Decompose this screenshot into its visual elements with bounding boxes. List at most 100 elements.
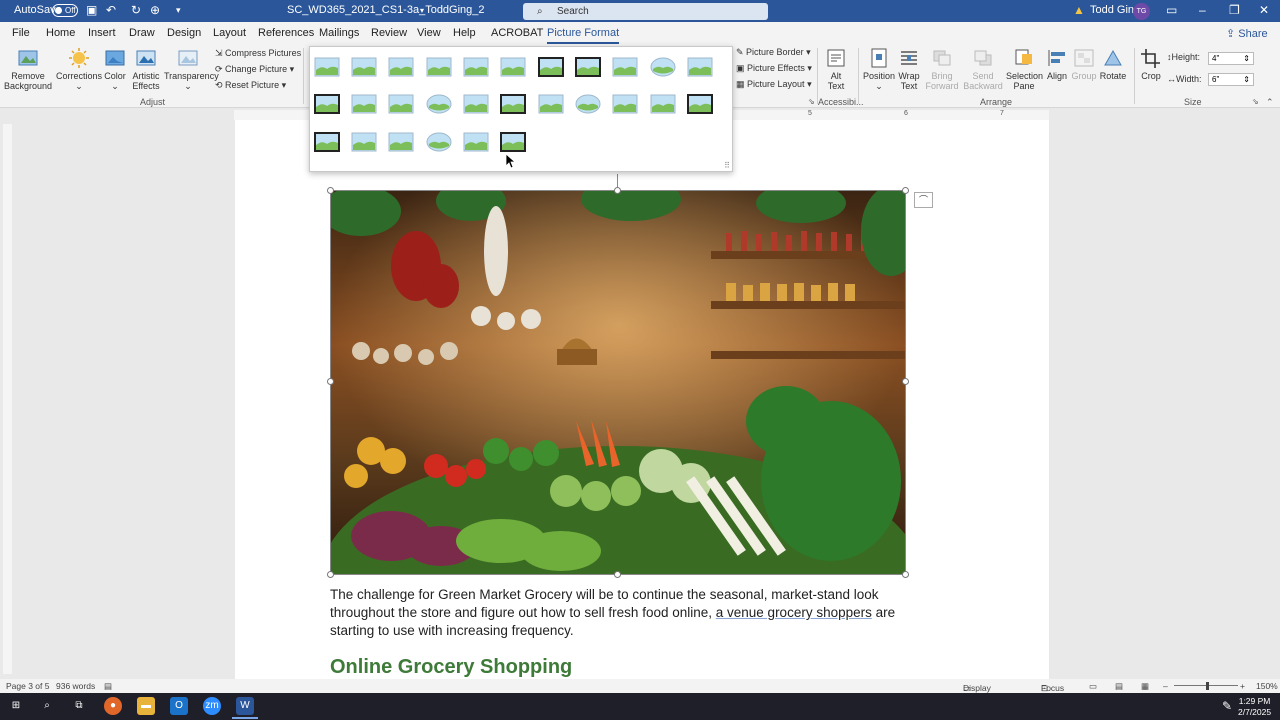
picture-style-option[interactable] bbox=[426, 94, 452, 114]
picture-style-option[interactable] bbox=[687, 57, 713, 77]
document-title[interactable]: SC_WD365_2021_CS1-3a_ToddGing_2 bbox=[287, 4, 485, 16]
width-input[interactable]: 6" ⇕ bbox=[1208, 73, 1254, 86]
align-button[interactable]: Align bbox=[1044, 48, 1070, 81]
clock[interactable]: 1:29 PM 2/7/2025 bbox=[1238, 696, 1271, 718]
close-icon[interactable]: ✕ bbox=[1259, 3, 1269, 17]
firefox-icon[interactable]: ● bbox=[104, 697, 122, 715]
minimize-icon[interactable]: – bbox=[1199, 3, 1206, 17]
warning-icon[interactable]: ▲ bbox=[1073, 3, 1085, 17]
rotate-button[interactable]: Rotate bbox=[1099, 48, 1127, 81]
picture-style-option[interactable] bbox=[351, 57, 377, 77]
compress-pictures-button[interactable]: ⇲ Compress Pictures bbox=[215, 48, 301, 59]
size-launcher-icon[interactable]: ⇘ bbox=[1252, 97, 1259, 106]
word-count[interactable]: 936 words bbox=[56, 681, 95, 691]
read-mode-icon[interactable]: ▭ bbox=[1089, 681, 1097, 692]
picture-border-button[interactable]: ✎ Picture Border ▾ bbox=[736, 47, 811, 58]
picture-style-option[interactable] bbox=[463, 132, 489, 152]
vertical-ruler[interactable] bbox=[3, 124, 12, 674]
save-icon[interactable]: ▣ bbox=[86, 3, 97, 17]
picture-layout-button[interactable]: ▦ Picture Layout ▾ bbox=[736, 79, 812, 90]
web-layout-icon[interactable]: ▦ bbox=[1141, 681, 1149, 692]
section-heading[interactable]: Online Grocery Shopping bbox=[330, 656, 572, 679]
group-button[interactable]: Group bbox=[1071, 48, 1097, 81]
reset-picture-button[interactable]: ⟲ Reset Picture ▾ bbox=[215, 80, 286, 91]
zoom-slider-thumb[interactable] bbox=[1206, 682, 1209, 690]
tab-file[interactable]: File bbox=[12, 27, 30, 39]
picture-style-option[interactable] bbox=[650, 57, 676, 77]
tab-references[interactable]: References bbox=[258, 27, 314, 39]
resize-grip-icon[interactable]: ⠿ bbox=[724, 161, 730, 170]
task-view-icon[interactable]: ⧉ bbox=[70, 697, 88, 715]
wrap-text-button[interactable]: Wrap Text bbox=[896, 48, 922, 91]
tab-view[interactable]: View bbox=[417, 27, 441, 39]
picture-style-option[interactable] bbox=[351, 132, 377, 152]
word-icon[interactable]: W bbox=[236, 697, 254, 715]
tab-review[interactable]: Review bbox=[371, 27, 407, 39]
resize-handle[interactable] bbox=[614, 571, 621, 578]
picture-style-option[interactable] bbox=[612, 94, 638, 114]
page-count[interactable]: Page 3 of 5 bbox=[6, 681, 49, 691]
position-button[interactable]: Position ⌄ bbox=[862, 48, 896, 91]
picture-style-option[interactable] bbox=[314, 94, 340, 114]
picture-style-option[interactable] bbox=[500, 132, 526, 152]
zoom-level[interactable]: 150% bbox=[1256, 681, 1278, 691]
color-button[interactable]: Color ⌄ bbox=[102, 48, 128, 91]
picture-style-option[interactable] bbox=[612, 57, 638, 77]
resize-handle[interactable] bbox=[614, 187, 621, 194]
resize-handle[interactable] bbox=[902, 378, 909, 385]
picture-effects-button[interactable]: ▣ Picture Effects ▾ bbox=[736, 63, 812, 74]
zoom-app-icon[interactable]: zm bbox=[203, 697, 221, 715]
resize-handle[interactable] bbox=[327, 187, 334, 194]
height-spinner-icon[interactable]: ⇕ bbox=[1243, 53, 1250, 64]
artistic-effects-button[interactable]: Artistic Effects bbox=[129, 48, 163, 91]
search-taskbar-icon[interactable]: ⌕ bbox=[38, 697, 56, 715]
tab-picture-format[interactable]: Picture Format bbox=[547, 27, 620, 44]
picture-style-option[interactable] bbox=[314, 57, 340, 77]
grocery-store-photo[interactable] bbox=[330, 190, 906, 575]
picture-style-option[interactable] bbox=[463, 57, 489, 77]
tab-help[interactable]: Help bbox=[453, 27, 476, 39]
height-input[interactable]: 4" ⇕ bbox=[1208, 52, 1254, 65]
corrections-button[interactable]: Corrections ⌄ bbox=[56, 48, 102, 91]
tab-insert[interactable]: Insert bbox=[88, 27, 116, 39]
resize-handle[interactable] bbox=[327, 378, 334, 385]
picture-styles-launcher-icon[interactable]: ⇘ bbox=[808, 97, 815, 106]
picture-style-option[interactable] bbox=[650, 94, 676, 114]
tab-layout[interactable]: Layout bbox=[213, 27, 246, 39]
undo-icon[interactable]: ↶ bbox=[106, 3, 116, 17]
file-explorer-icon[interactable]: ▬ bbox=[137, 697, 155, 715]
redo-icon[interactable]: ↻ bbox=[131, 3, 141, 17]
send-backward-button[interactable]: Send Backward bbox=[962, 48, 1004, 91]
picture-style-option[interactable] bbox=[388, 94, 414, 114]
picture-style-option[interactable] bbox=[388, 57, 414, 77]
picture-style-option[interactable] bbox=[314, 132, 340, 152]
selection-pane-button[interactable]: Selection Pane bbox=[1006, 48, 1043, 91]
picture-style-option[interactable] bbox=[575, 57, 601, 77]
avatar[interactable]: TG bbox=[1133, 3, 1150, 20]
zoom-out-icon[interactable]: – bbox=[1163, 681, 1168, 691]
body-paragraph[interactable]: The challenge for Green Market Grocery w… bbox=[330, 586, 920, 640]
picture-style-option[interactable] bbox=[538, 94, 564, 114]
collapse-ribbon-icon[interactable]: ⌃ bbox=[1266, 97, 1274, 108]
title-chevron-down-icon[interactable]: ▾ bbox=[420, 6, 424, 15]
picture-style-option[interactable] bbox=[500, 57, 526, 77]
picture-style-option[interactable] bbox=[538, 57, 564, 77]
search-input[interactable]: ⌕ Search bbox=[523, 3, 768, 20]
picture-style-option[interactable] bbox=[500, 94, 526, 114]
tab-draw[interactable]: Draw bbox=[129, 27, 155, 39]
tab-design[interactable]: Design bbox=[167, 27, 201, 39]
outlook-icon[interactable]: O bbox=[170, 697, 188, 715]
crop-button[interactable]: Crop bbox=[1138, 48, 1164, 81]
tab-mailings[interactable]: Mailings bbox=[319, 27, 359, 39]
zoom-in-icon[interactable]: + bbox=[1240, 681, 1245, 691]
print-layout-icon[interactable]: ▤ bbox=[1115, 681, 1123, 692]
picture-style-option[interactable] bbox=[426, 132, 452, 152]
transparency-button[interactable]: Transparency ⌄ bbox=[164, 48, 219, 91]
remove-background-button[interactable]: Remove Background bbox=[4, 48, 52, 91]
tab-home[interactable]: Home bbox=[46, 27, 75, 39]
ribbon-display-icon[interactable]: ▭ bbox=[1166, 3, 1177, 17]
autosave-toggle[interactable]: Off bbox=[52, 4, 78, 17]
share-button[interactable]: ⇪ Share bbox=[1226, 27, 1268, 40]
change-picture-button[interactable]: ⟳ Change Picture ▾ bbox=[215, 64, 294, 75]
qat-more-icon[interactable]: ▾ bbox=[176, 5, 181, 16]
